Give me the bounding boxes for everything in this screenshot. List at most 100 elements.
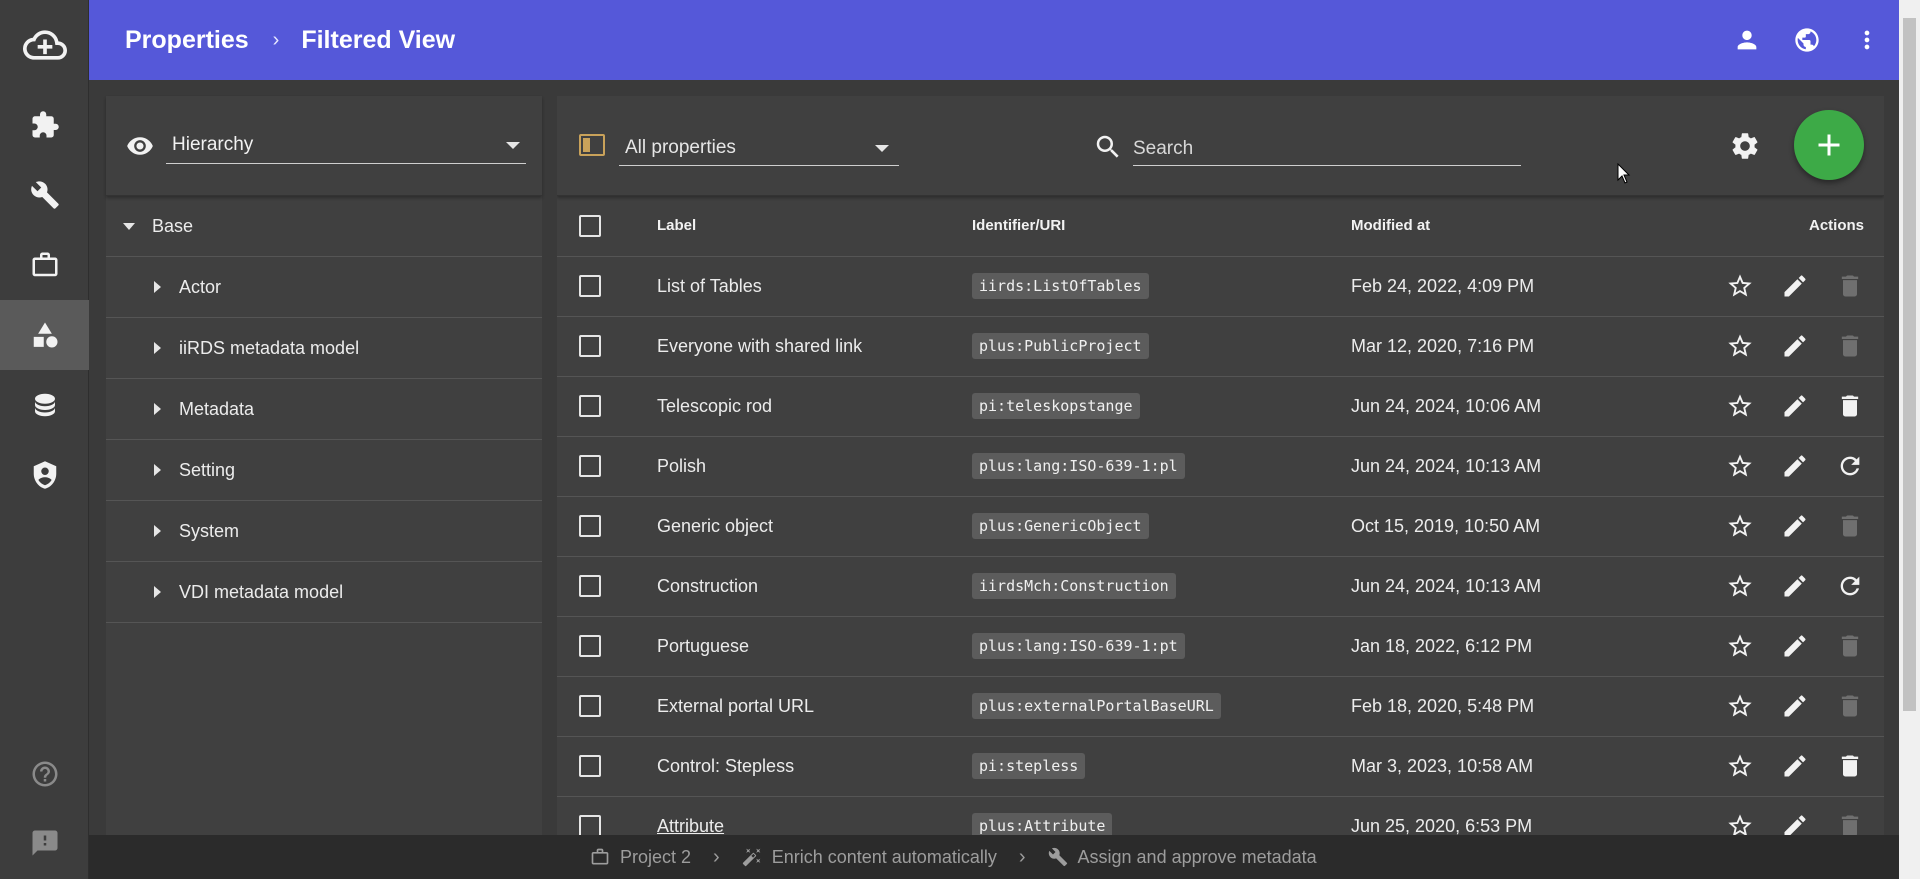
- security-icon[interactable]: [0, 440, 89, 510]
- tree-item-system[interactable]: System: [106, 501, 542, 562]
- star-icon[interactable]: [1725, 332, 1754, 361]
- star-icon[interactable]: [1725, 692, 1754, 721]
- property-filter-select[interactable]: All properties: [619, 132, 899, 166]
- table-row[interactable]: Portuguese plus:lang:ISO-639-1:pt Jan 18, …: [557, 616, 1884, 677]
- add-property-button[interactable]: [1794, 110, 1864, 180]
- row-modified: Mar 3, 2023, 10:58 AM: [1351, 736, 1706, 797]
- restore-icon[interactable]: [1835, 572, 1864, 601]
- row-label[interactable]: Construction: [657, 556, 972, 617]
- edit-icon[interactable]: [1780, 392, 1809, 421]
- table-row[interactable]: List of Tables iirds:ListOfTables Feb 24, …: [557, 256, 1884, 317]
- edit-icon[interactable]: [1780, 272, 1809, 301]
- row-label[interactable]: Telescopic rod: [657, 376, 972, 437]
- top-bar: Properties › Filtered View: [89, 0, 1899, 80]
- edit-icon[interactable]: [1780, 332, 1809, 361]
- row-checkbox[interactable]: [579, 815, 601, 836]
- user-icon[interactable]: [1717, 10, 1777, 70]
- row-checkbox[interactable]: [579, 755, 601, 778]
- row-label[interactable]: Attribute: [657, 796, 972, 836]
- row-actions: [1706, 452, 1864, 481]
- column-header-identifier[interactable]: Identifier/URI: [972, 196, 1351, 257]
- star-icon[interactable]: [1725, 392, 1754, 421]
- briefcase-icon[interactable]: [0, 230, 89, 300]
- row-checkbox[interactable]: [579, 695, 601, 718]
- feedback-icon[interactable]: [0, 808, 89, 878]
- tree-item-metadata[interactable]: Metadata: [106, 379, 542, 440]
- table-row[interactable]: Everyone with shared link plus:PublicProj…: [557, 316, 1884, 377]
- row-checkbox[interactable]: [579, 515, 601, 538]
- star-icon[interactable]: [1725, 572, 1754, 601]
- table-row[interactable]: Control: Stepless pi:stepless Mar 3, 2023,…: [557, 736, 1884, 797]
- row-checkbox[interactable]: [579, 275, 601, 298]
- star-icon[interactable]: [1725, 812, 1754, 836]
- search-input[interactable]: [1133, 132, 1521, 166]
- more-vert-icon[interactable]: [1837, 10, 1897, 70]
- edit-icon[interactable]: [1780, 812, 1809, 836]
- star-icon[interactable]: [1725, 452, 1754, 481]
- row-checkbox[interactable]: [579, 635, 601, 658]
- caret-right-icon[interactable]: [154, 281, 161, 293]
- star-icon[interactable]: [1725, 632, 1754, 661]
- cloud-upload-icon[interactable]: [0, 10, 89, 80]
- caret-right-icon[interactable]: [154, 464, 161, 476]
- edit-icon[interactable]: [1780, 692, 1809, 721]
- row-checkbox[interactable]: [579, 395, 601, 418]
- page-scrollbar[interactable]: [1899, 0, 1920, 879]
- database-icon[interactable]: [0, 370, 89, 440]
- row-checkbox[interactable]: [579, 455, 601, 478]
- row-label[interactable]: External portal URL: [657, 676, 972, 737]
- caret-right-icon[interactable]: [154, 403, 161, 415]
- caret-right-icon[interactable]: [154, 586, 161, 598]
- table-row[interactable]: Generic object plus:GenericObject Oct 15, …: [557, 496, 1884, 557]
- page-scrollbar-thumb[interactable]: [1903, 18, 1916, 711]
- side-panel-icon[interactable]: [579, 134, 605, 156]
- row-label[interactable]: Everyone with shared link: [657, 316, 972, 377]
- puzzle-icon[interactable]: [0, 90, 89, 160]
- caret-right-icon[interactable]: [154, 525, 161, 537]
- table-row[interactable]: Polish plus:lang:ISO-639-1:pl Jun 24, 2024…: [557, 436, 1884, 497]
- help-icon[interactable]: [0, 739, 89, 809]
- edit-icon[interactable]: [1780, 572, 1809, 601]
- table-row[interactable]: Attribute plus:Attribute Jun 25, 2020, 6:5…: [557, 796, 1884, 836]
- row-checkbox[interactable]: [579, 335, 601, 358]
- workflow-step-enrich[interactable]: Enrich content automatically: [742, 847, 997, 868]
- wrench-icon[interactable]: [0, 160, 89, 230]
- globe-icon[interactable]: [1777, 10, 1837, 70]
- hierarchy-select[interactable]: Hierarchy: [166, 130, 526, 164]
- table-row[interactable]: Construction iirdsMch:Construction Jun 24,…: [557, 556, 1884, 617]
- row-label[interactable]: List of Tables: [657, 256, 972, 317]
- row-label[interactable]: Generic object: [657, 496, 972, 557]
- edit-icon[interactable]: [1780, 452, 1809, 481]
- tree-item-iirds-metadata-model[interactable]: iiRDS metadata model: [106, 318, 542, 379]
- row-label[interactable]: Portuguese: [657, 616, 972, 677]
- delete-icon[interactable]: [1835, 392, 1864, 421]
- caret-right-icon[interactable]: [154, 342, 161, 354]
- edit-icon[interactable]: [1780, 632, 1809, 661]
- column-header-label[interactable]: Label: [657, 196, 972, 257]
- edit-icon[interactable]: [1780, 752, 1809, 781]
- tree-item-vdi-metadata-model[interactable]: VDI metadata model: [106, 562, 542, 623]
- table-row[interactable]: External portal URL plus:externalPortalBa…: [557, 676, 1884, 737]
- tree-item-actor[interactable]: Actor: [106, 257, 542, 318]
- workflow-step-assign[interactable]: Assign and approve metadata: [1048, 847, 1317, 868]
- gear-icon[interactable]: [1729, 130, 1761, 162]
- breadcrumb-properties[interactable]: Properties: [125, 26, 249, 55]
- delete-icon[interactable]: [1835, 752, 1864, 781]
- star-icon[interactable]: [1725, 752, 1754, 781]
- workflow-step-project[interactable]: Project 2: [590, 847, 691, 868]
- row-actions: [1706, 752, 1864, 781]
- restore-icon[interactable]: [1835, 452, 1864, 481]
- row-label[interactable]: Control: Stepless: [657, 736, 972, 797]
- table-row[interactable]: Telescopic rod pi:teleskopstange Jun 24, 2…: [557, 376, 1884, 437]
- edit-icon[interactable]: [1780, 512, 1809, 541]
- row-checkbox[interactable]: [579, 575, 601, 598]
- column-header-modified[interactable]: Modified at: [1351, 196, 1706, 257]
- caret-down-icon[interactable]: [123, 222, 135, 230]
- row-label[interactable]: Polish: [657, 436, 972, 497]
- tree-item-base[interactable]: Base: [106, 196, 542, 257]
- star-icon[interactable]: [1725, 272, 1754, 301]
- shapes-icon[interactable]: [0, 300, 89, 370]
- tree-item-setting[interactable]: Setting: [106, 440, 542, 501]
- star-icon[interactable]: [1725, 512, 1754, 541]
- select-all-checkbox[interactable]: [579, 214, 601, 237]
